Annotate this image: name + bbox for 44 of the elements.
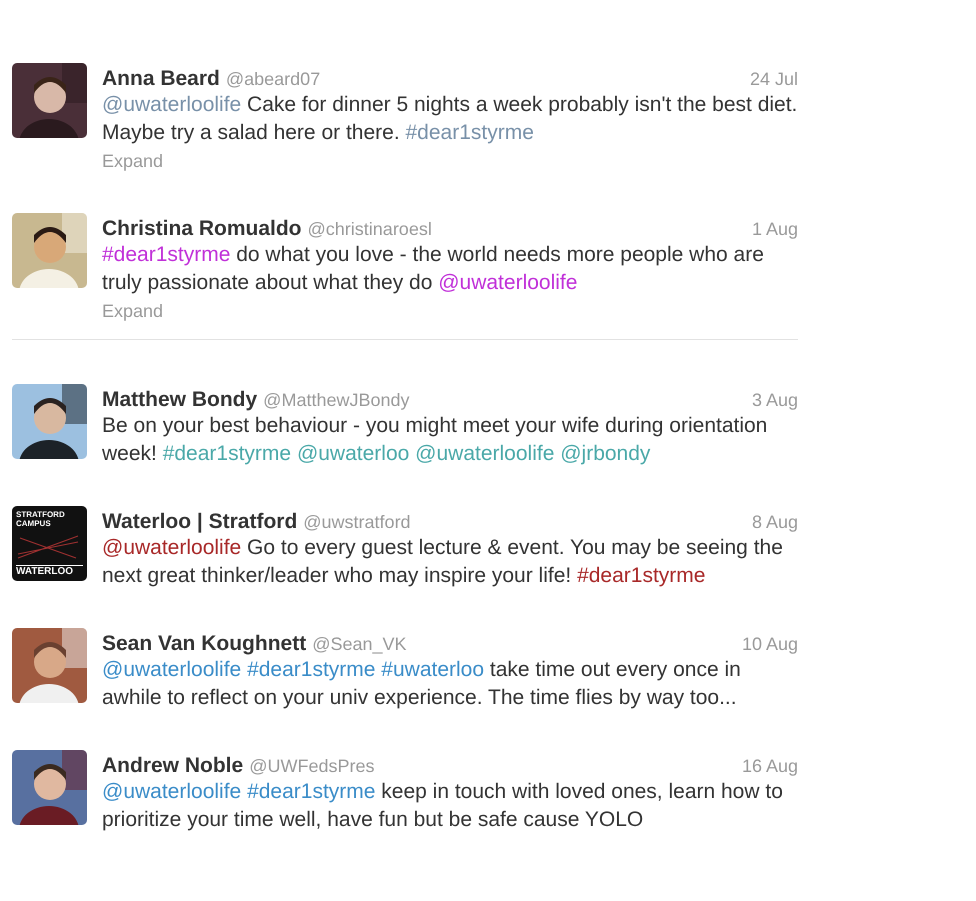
author-handle: @uwstratford [303,511,411,534]
author-handle: @Sean_VK [312,633,407,656]
tweet-date: 16 Aug [742,755,798,778]
tweet-link[interactable]: @uwaterloo [296,442,410,465]
expand-link[interactable]: Expand [102,147,798,175]
author-handle: @UWFedsPres [249,755,374,778]
tweet-link[interactable]: @uwaterloolife [102,93,242,116]
author-name[interactable]: Andrew Noble [102,750,244,782]
crossing-lines-drawing [16,534,80,560]
author-name[interactable]: Waterloo | Stratford [102,506,298,538]
tweet-text: @uwaterloolife Go to every guest lecture & event. You may be seeing the next great thinker/leader who may inspire your life! #dear1styrme [102,535,784,589]
tweet-link[interactable]: #uwaterloo [381,658,484,681]
tweet-link[interactable]: @uwaterloolife [102,658,242,681]
tweet-link[interactable]: #dear1styrme [162,442,292,465]
tweet-link[interactable]: #dear1styrme [102,243,230,266]
tweet-date: 10 Aug [742,633,798,656]
tweet-link[interactable]: @jrbondy [560,442,650,465]
tweet-link[interactable]: @uwaterloolife [415,442,554,465]
tweet-text: @uwaterloolife #dear1styrme #uwaterloo take time out every once in awhile to reflect on your univ experience. The time flies by way too... [102,657,742,711]
tweet-link[interactable]: @uwaterloolife [102,536,242,559]
author-name[interactable]: Christina Romualdo [102,213,302,244]
tweet-link[interactable]: @uwaterloolife [102,780,242,803]
logo-text: WATERLOO [16,565,83,577]
tweet-text: #dear1styrme do what you love - the world needs more people who are truly passionate about what they do @uwaterloolife [102,242,765,296]
logo-text: STRATFORD CAMPUS [16,510,64,528]
tweet-text: @uwaterloolife #dear1styrme keep in touch with loved ones, learn how to prioritize your time well, have fun but be safe cause YOLO [102,779,784,833]
author-handle: @MatthewJBondy [263,389,410,412]
tweet-text: Be on your best behaviour - you might meet your wife during orientation week! #dear1styrme @uwaterloo @uwaterloolife @jrbondy [102,413,768,467]
tweet-date: 3 Aug [752,389,798,412]
author-name[interactable]: Sean Van Koughnett [102,628,306,660]
author-handle: @abeard07 [226,68,320,91]
author-name[interactable]: Anna Beard [102,63,220,94]
tweet-link[interactable]: #dear1styrme [247,780,376,803]
tweet-date: 1 Aug [752,218,798,241]
tweet-date: 24 Jul [750,68,798,91]
tweet-text: @uwaterloolife Cake for dinner 5 nights a week probably isn't the best diet. Maybe try a salad here or there. #dear1styrme [102,92,798,146]
tweet-link[interactable]: @uwaterloolife [438,271,578,294]
expand-link[interactable]: Expand [102,297,798,325]
tweet-link[interactable]: #dear1styrme [406,121,534,144]
tweet-date: 8 Aug [752,511,798,534]
author-handle: @christinaroesl [308,218,432,241]
tweet-link[interactable]: #dear1styrme [577,564,706,587]
author-name[interactable]: Matthew Bondy [102,384,258,416]
tweet-link[interactable]: #dear1styrme [247,658,376,681]
